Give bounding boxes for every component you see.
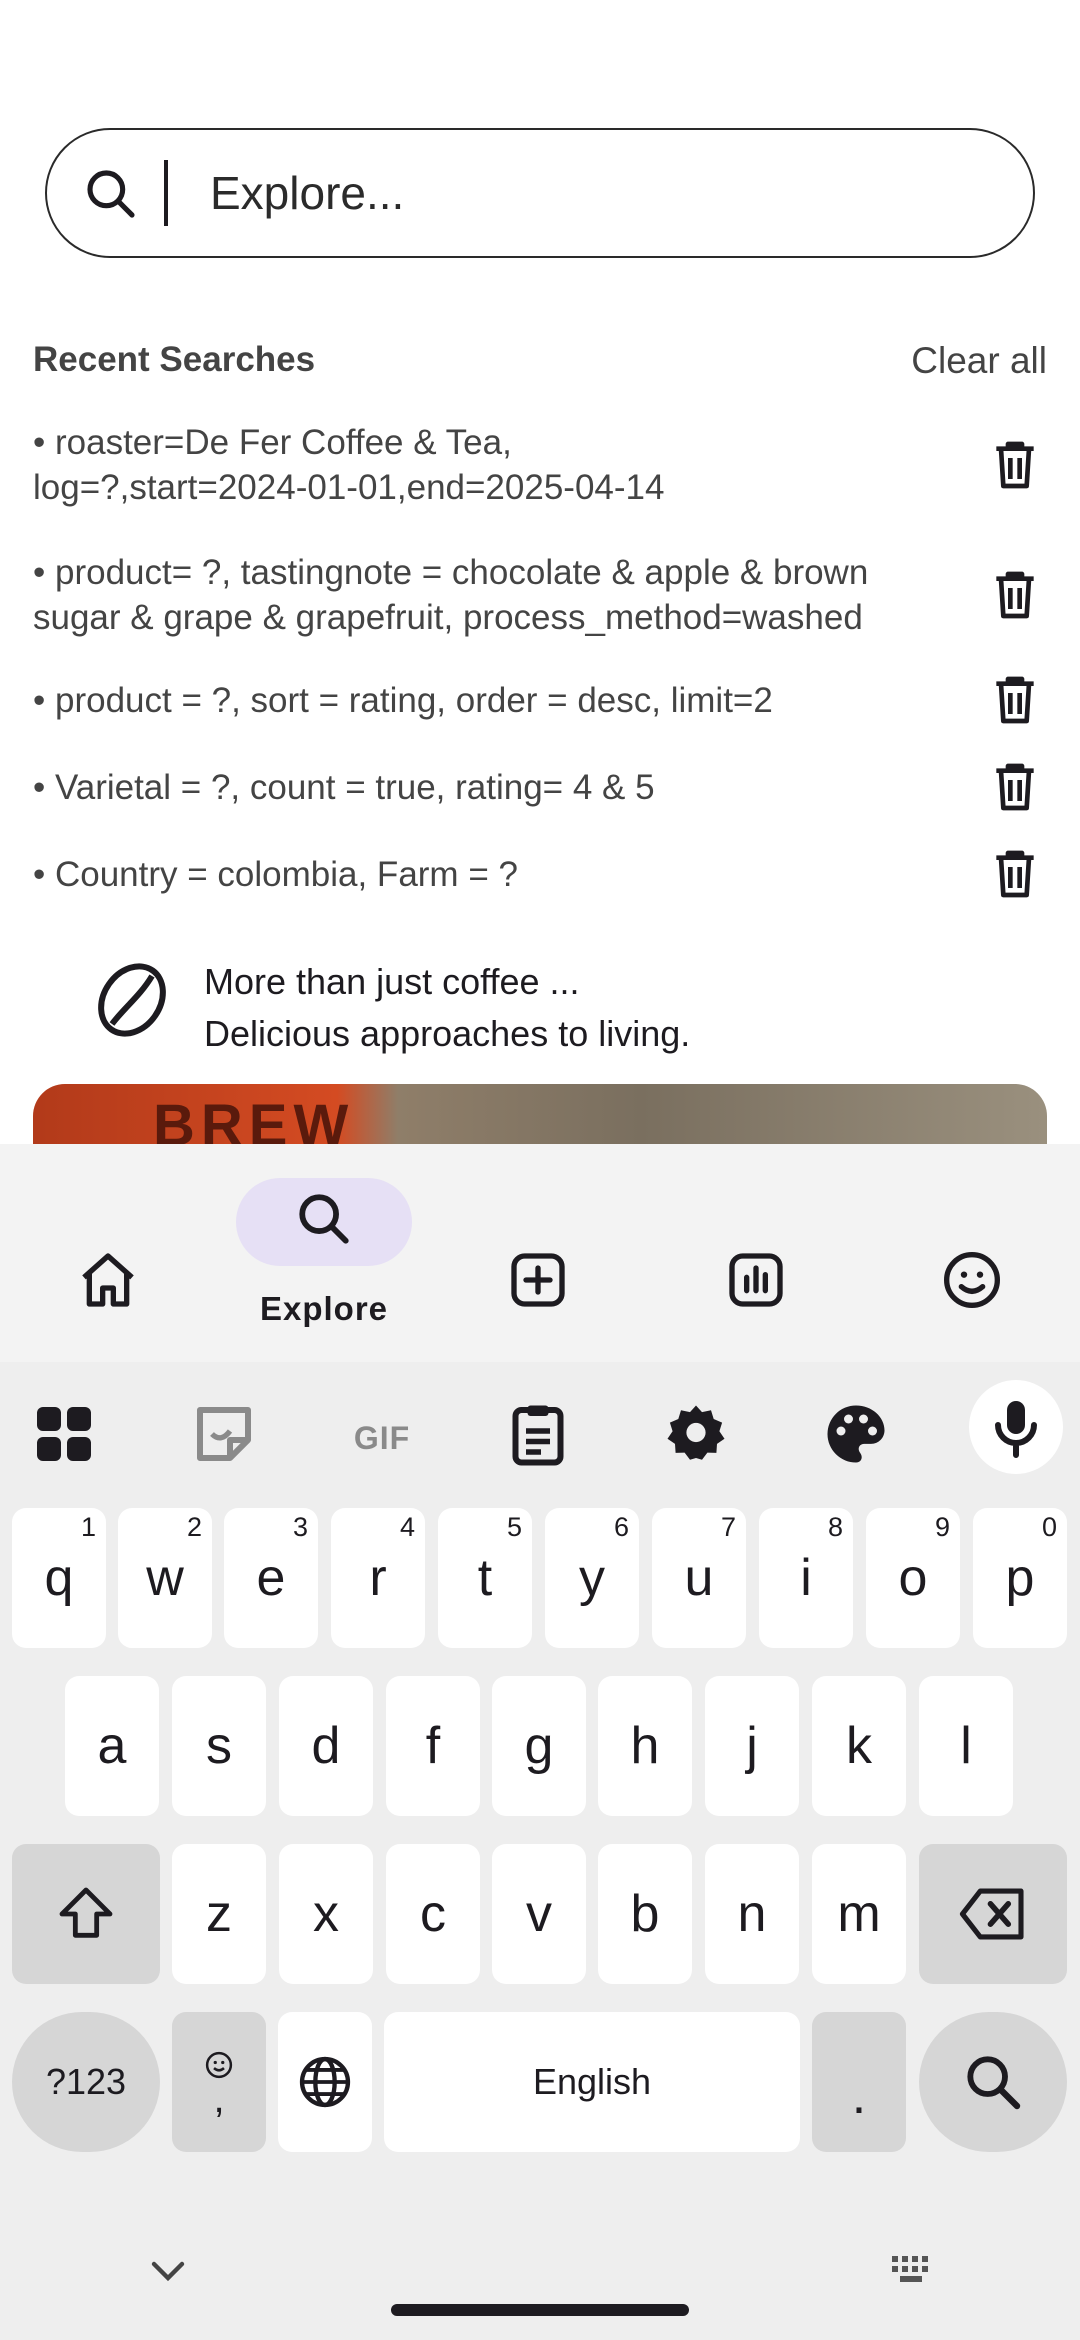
backspace-key[interactable] bbox=[919, 1844, 1067, 1984]
nav-explore[interactable]: Explore bbox=[236, 1144, 412, 1362]
key-m[interactable]: m bbox=[812, 1844, 906, 1984]
key-i[interactable]: i8 bbox=[759, 1508, 853, 1648]
key-w[interactable]: w2 bbox=[118, 1508, 212, 1648]
key-r[interactable]: r4 bbox=[331, 1508, 425, 1648]
key-g[interactable]: g bbox=[492, 1676, 586, 1816]
shift-key[interactable] bbox=[12, 1844, 160, 1984]
promo-tagline: More than just coffee ... Delicious appro… bbox=[204, 961, 691, 1054]
key-f[interactable]: f bbox=[386, 1676, 480, 1816]
globe-icon bbox=[299, 2056, 351, 2108]
home-indicator[interactable] bbox=[391, 2304, 689, 2316]
gif-icon[interactable]: GIF bbox=[344, 1402, 420, 1474]
recent-search-text: • Country = colombia, Farm = ? bbox=[33, 854, 518, 894]
key-z[interactable]: z bbox=[172, 1844, 266, 1984]
nav-home[interactable] bbox=[54, 1144, 162, 1362]
clear-all-button[interactable]: Clear all bbox=[911, 340, 1047, 382]
recent-search-item[interactable]: • Varietal = ?, count = true, rating= 4 … bbox=[33, 759, 1043, 815]
language-key[interactable] bbox=[278, 2012, 372, 2152]
recent-search-item[interactable]: • roaster=De Fer Coffee & Tea, log=?,star… bbox=[33, 420, 1043, 510]
search-icon bbox=[967, 2056, 1021, 2110]
search-bar[interactable] bbox=[45, 128, 1035, 258]
keyboard-icon[interactable] bbox=[888, 2250, 936, 2290]
apps-grid-icon[interactable] bbox=[28, 1398, 100, 1470]
key-k[interactable]: k bbox=[812, 1676, 906, 1816]
key-h[interactable]: h bbox=[598, 1676, 692, 1816]
nav-stats[interactable] bbox=[724, 1144, 788, 1362]
emoji-comma-key[interactable]: , bbox=[172, 2012, 266, 2152]
settings-icon[interactable] bbox=[660, 1398, 732, 1470]
mic-icon[interactable] bbox=[980, 1392, 1052, 1464]
soft-keyboard: GIF q1 w2 e3 r4 t5 y6 u7 i8 o9 p0 a s d … bbox=[0, 1362, 1080, 2340]
trash-icon[interactable] bbox=[987, 759, 1043, 815]
chevron-down-icon[interactable] bbox=[144, 2252, 192, 2292]
nav-add[interactable] bbox=[506, 1144, 570, 1362]
key-j[interactable]: j bbox=[705, 1676, 799, 1816]
palette-icon[interactable] bbox=[820, 1398, 892, 1470]
recent-search-item[interactable]: • product = ?, sort = rating, order = de… bbox=[33, 672, 1043, 728]
trash-icon[interactable] bbox=[987, 437, 1043, 493]
key-q[interactable]: q1 bbox=[12, 1508, 106, 1648]
recent-search-item[interactable]: • Country = colombia, Farm = ? bbox=[33, 846, 1043, 902]
trash-icon[interactable] bbox=[987, 672, 1043, 728]
bottom-navigation: Explore bbox=[0, 1144, 1080, 1362]
recent-search-text: • product= ?, tastingnote = chocolate & … bbox=[33, 553, 869, 637]
emoji-icon bbox=[205, 2051, 233, 2079]
shift-icon bbox=[59, 1887, 113, 1938]
home-icon bbox=[82, 1253, 134, 1307]
key-n[interactable]: n bbox=[705, 1844, 799, 1984]
trash-icon[interactable] bbox=[987, 846, 1043, 902]
backspace-icon bbox=[959, 1888, 1024, 1940]
key-d[interactable]: d bbox=[279, 1676, 373, 1816]
recent-search-item[interactable]: • product= ?, tastingnote = chocolate & … bbox=[33, 550, 1043, 640]
sticker-icon[interactable] bbox=[188, 1398, 260, 1470]
text-caret bbox=[164, 160, 168, 226]
recent-searches-title: Recent Searches bbox=[33, 340, 316, 379]
key-a[interactable]: a bbox=[65, 1676, 159, 1816]
promo-image-card[interactable]: BREW bbox=[33, 1084, 1047, 1144]
key-o[interactable]: o9 bbox=[866, 1508, 960, 1648]
recent-search-text: • Varietal = ?, count = true, rating= 4 … bbox=[33, 767, 655, 807]
key-b[interactable]: b bbox=[598, 1844, 692, 1984]
key-t[interactable]: t5 bbox=[438, 1508, 532, 1648]
clipboard-icon[interactable] bbox=[502, 1398, 574, 1470]
nav-explore-label: Explore bbox=[259, 1290, 389, 1327]
key-p[interactable]: p0 bbox=[973, 1508, 1067, 1648]
chart-icon bbox=[729, 1253, 783, 1307]
search-icon bbox=[299, 1194, 349, 1244]
nav-profile[interactable] bbox=[940, 1144, 1004, 1362]
key-l[interactable]: l bbox=[919, 1676, 1013, 1816]
search-action-key[interactable] bbox=[919, 2012, 1067, 2152]
symbols-key[interactable]: ?123 bbox=[12, 2012, 160, 2152]
promo-card-text: BREW bbox=[153, 1093, 355, 1144]
coffee-bean-icon bbox=[98, 963, 166, 1037]
key-y[interactable]: y6 bbox=[545, 1508, 639, 1648]
add-box-icon bbox=[511, 1253, 565, 1307]
recent-search-text: • product = ?, sort = rating, order = de… bbox=[33, 680, 773, 720]
key-e[interactable]: e3 bbox=[224, 1508, 318, 1648]
key-v[interactable]: v bbox=[492, 1844, 586, 1984]
trash-icon[interactable] bbox=[987, 567, 1043, 623]
key-x[interactable]: x bbox=[279, 1844, 373, 1984]
key-u[interactable]: u7 bbox=[652, 1508, 746, 1648]
key-c[interactable]: c bbox=[386, 1844, 480, 1984]
space-key[interactable]: English bbox=[384, 2012, 800, 2152]
smiley-icon bbox=[944, 1252, 1000, 1308]
recent-search-text: • roaster=De Fer Coffee & Tea, log=?,star… bbox=[33, 423, 665, 507]
search-input[interactable] bbox=[210, 150, 990, 236]
period-key[interactable]: . bbox=[812, 2012, 906, 2152]
key-s[interactable]: s bbox=[172, 1676, 266, 1816]
search-icon bbox=[87, 170, 135, 218]
